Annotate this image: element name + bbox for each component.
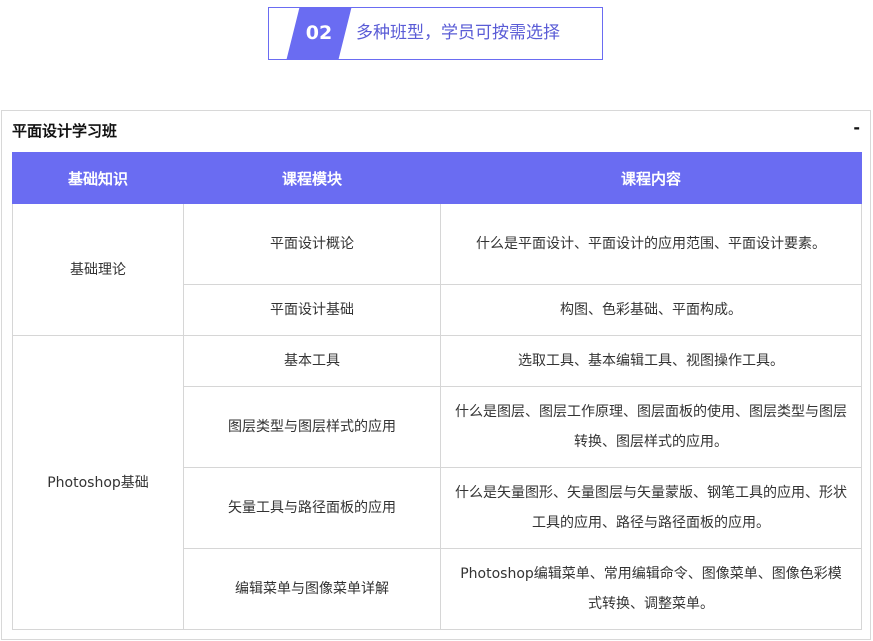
category-cell: 基础理论 xyxy=(12,203,184,336)
content-cell: 什么是平面设计、平面设计的应用范围、平面设计要素。 xyxy=(440,203,862,285)
module-cell: 编辑菜单与图像菜单详解 xyxy=(183,548,441,630)
category-cell: Photoshop基础 xyxy=(12,335,184,630)
content-cell: 选取工具、基本编辑工具、视图操作工具。 xyxy=(440,335,862,387)
header-content: 课程内容 xyxy=(440,152,862,204)
course-table: 基础知识 课程模块 课程内容 基础理论 平面设计概论 什么是平面设计、平面设计的… xyxy=(12,152,862,630)
banner-title: 多种班型，学员可按需选择 xyxy=(356,23,560,43)
module-cell: 平面设计概论 xyxy=(183,203,441,285)
table-row: Photoshop基础 基本工具 选取工具、基本编辑工具、视图操作工具。 xyxy=(12,335,862,630)
banner-number: 02 xyxy=(305,22,333,44)
panel-title: 平面设计学习班 xyxy=(12,122,118,140)
content-cell: 构图、色彩基础、平面构成。 xyxy=(440,284,862,336)
header-basics: 基础知识 xyxy=(12,152,184,204)
module-cell: 矢量工具与路径面板的应用 xyxy=(183,467,441,549)
course-panel: 平面设计学习班 - 基础知识 课程模块 课程内容 基础理论 平面设计概论 什么是… xyxy=(1,110,871,640)
module-cell: 平面设计基础 xyxy=(183,284,441,336)
collapse-toggle-button[interactable]: - xyxy=(853,118,860,137)
module-cell: 图层类型与图层样式的应用 xyxy=(183,386,441,468)
content-cell: Photoshop编辑菜单、常用编辑命令、图像菜单、图像色彩模式转换、调整菜单。 xyxy=(440,548,862,630)
table-row: 基础理论 平面设计概论 什么是平面设计、平面设计的应用范围、平面设计要素。 xyxy=(12,203,862,336)
content-cell: 什么是图层、图层工作原理、图层面板的使用、图层类型与图层转换、图层样式的应用。 xyxy=(440,386,862,468)
table-header-row: 基础知识 课程模块 课程内容 xyxy=(12,152,862,204)
module-cell: 基本工具 xyxy=(183,335,441,387)
section-banner: 02 多种班型，学员可按需选择 xyxy=(268,7,603,60)
content-cell: 什么是矢量图形、矢量图层与矢量蒙版、钢笔工具的应用、形状工具的应用、路径与路径面… xyxy=(440,467,862,549)
header-module: 课程模块 xyxy=(183,152,441,204)
